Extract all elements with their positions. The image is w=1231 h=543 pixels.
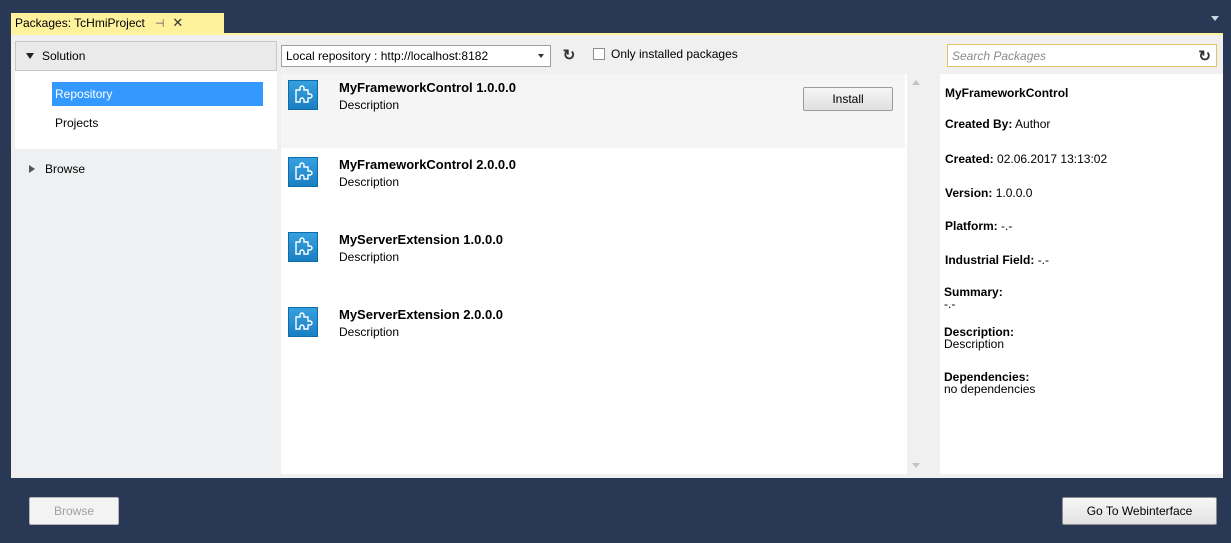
package-icon bbox=[288, 232, 318, 262]
detail-summary: Summary: -.- bbox=[944, 285, 1003, 311]
browse-header[interactable]: Browse bbox=[15, 155, 277, 183]
sidebar-item-repository[interactable]: Repository bbox=[52, 82, 263, 106]
repository-select[interactable]: Local repository : http://localhost:8182 bbox=[281, 45, 551, 67]
package-description: Description bbox=[339, 98, 400, 112]
browse-button[interactable]: Browse bbox=[29, 497, 119, 525]
search-box[interactable]: ↻ bbox=[947, 44, 1217, 67]
only-installed-checkbox[interactable]: Only installed packages bbox=[593, 47, 738, 61]
package-list: MyFrameworkControl 1.0.0.0 Description I… bbox=[281, 74, 925, 474]
detail-industrial-field: Industrial Field: -.- bbox=[945, 253, 1050, 267]
detail-description: Description: Description bbox=[944, 325, 1015, 351]
main-content: Solution Repository Projects Browse Loca… bbox=[11, 35, 1223, 478]
tab-dropdown-icon[interactable] bbox=[1211, 16, 1219, 21]
sidebar-item-label: Repository bbox=[55, 87, 113, 101]
package-name: MyServerExtension 1.0.0.0 bbox=[339, 232, 504, 247]
package-description: Description bbox=[339, 175, 400, 189]
document-tab[interactable]: Packages: TcHmiProject ⊣ ✕ bbox=[11, 13, 224, 33]
go-to-webinterface-button[interactable]: Go To Webinterface bbox=[1062, 497, 1217, 525]
list-item[interactable]: MyServerExtension 2.0.0.0 Description bbox=[281, 301, 905, 375]
detail-platform: Platform: -.- bbox=[945, 219, 1013, 233]
list-item[interactable]: MyServerExtension 1.0.0.0 Description bbox=[281, 226, 905, 300]
package-name: MyServerExtension 2.0.0.0 bbox=[339, 307, 504, 322]
detail-created-by: Created By: Author bbox=[945, 117, 1051, 131]
only-installed-label: Only installed packages bbox=[611, 47, 738, 61]
install-button[interactable]: Install bbox=[803, 87, 893, 111]
scroll-down-icon[interactable] bbox=[912, 463, 920, 468]
document-tab-bar: Packages: TcHmiProject ⊣ ✕ bbox=[0, 0, 1231, 33]
browse-label: Browse bbox=[45, 162, 86, 176]
detail-version: Version: 1.0.0.0 bbox=[945, 186, 1033, 200]
sidebar-item-label: Projects bbox=[55, 116, 99, 130]
tab-title: Packages: TcHmiProject bbox=[15, 16, 145, 30]
sidebar-item-projects[interactable]: Projects bbox=[52, 111, 263, 135]
solution-header[interactable]: Solution bbox=[15, 41, 277, 71]
package-icon bbox=[288, 307, 318, 337]
package-description: Description bbox=[339, 250, 400, 264]
collapsed-triangle-icon bbox=[29, 165, 35, 173]
expanded-triangle-icon bbox=[26, 53, 34, 59]
solution-label: Solution bbox=[42, 49, 86, 63]
list-scrollbar[interactable] bbox=[907, 74, 925, 474]
package-manager-window: Packages: TcHmiProject ⊣ ✕ Solution Repo… bbox=[0, 0, 1231, 543]
scroll-up-icon[interactable] bbox=[912, 80, 920, 85]
package-detail-panel: MyFrameworkControl Created By: Author Cr… bbox=[940, 74, 1223, 474]
source-sidebar: Solution Repository Projects Browse bbox=[15, 41, 277, 473]
search-input[interactable] bbox=[948, 47, 1184, 64]
detail-title: MyFrameworkControl bbox=[945, 86, 1069, 100]
list-item[interactable]: MyFrameworkControl 1.0.0.0 Description I… bbox=[281, 74, 905, 148]
repository-value: Local repository : http://localhost:8182 bbox=[286, 49, 489, 63]
checkbox-box[interactable] bbox=[593, 48, 605, 60]
detail-dependencies: Dependencies: no dependencies bbox=[944, 370, 1036, 396]
chevron-down-icon bbox=[538, 54, 544, 58]
list-item[interactable]: MyFrameworkControl 2.0.0.0 Description bbox=[281, 151, 905, 225]
package-name: MyFrameworkControl 2.0.0.0 bbox=[339, 157, 516, 172]
search-refresh-icon[interactable]: ↻ bbox=[1198, 47, 1211, 65]
solution-list: Repository Projects bbox=[15, 71, 277, 149]
package-description: Description bbox=[339, 325, 400, 339]
package-name: MyFrameworkControl 1.0.0.0 bbox=[339, 80, 516, 95]
close-icon[interactable]: ✕ bbox=[172, 15, 183, 31]
package-icon bbox=[288, 80, 318, 110]
package-icon bbox=[288, 157, 318, 187]
detail-created: Created: 02.06.2017 13:13:02 bbox=[945, 152, 1108, 166]
pin-icon[interactable]: ⊣ bbox=[155, 17, 165, 30]
refresh-icon[interactable]: ↻ bbox=[560, 46, 578, 64]
footer-bar bbox=[0, 478, 1231, 543]
